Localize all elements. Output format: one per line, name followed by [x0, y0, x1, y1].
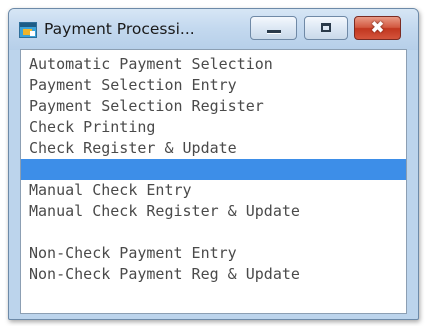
title-bar[interactable]: Payment Processi... ✖: [9, 9, 418, 50]
menu-item-non-check-payment-reg-update[interactable]: Non-Check Payment Reg & Update: [21, 264, 406, 285]
menu-item-check-register-update[interactable]: Check Register & Update: [21, 138, 406, 159]
app-icon[interactable]: [19, 22, 37, 38]
menu-item-payment-selection-entry[interactable]: Payment Selection Entry: [21, 75, 406, 96]
menu-item-automatic-payment-selection[interactable]: Automatic Payment Selection: [21, 54, 406, 75]
maximize-button[interactable]: [304, 16, 348, 40]
menu-item-payment-selection-register[interactable]: Payment Selection Register: [21, 96, 406, 117]
window-title: Payment Processi...: [44, 20, 195, 38]
close-button[interactable]: ✖: [354, 16, 401, 40]
menu-item-manual-check-register-update[interactable]: Manual Check Register & Update: [21, 201, 406, 222]
minimize-icon: [267, 30, 281, 34]
menu-item-manual-check-entry[interactable]: Manual Check Entry: [21, 180, 406, 201]
menu-item-non-check-payment-entry[interactable]: Non-Check Payment Entry: [21, 243, 406, 264]
menu-item-selected-blank[interactable]: [21, 159, 406, 180]
payment-processing-window: Payment Processi... ✖ Automatic Payment …: [8, 8, 419, 320]
minimize-button[interactable]: [250, 16, 297, 40]
maximize-icon: [321, 23, 331, 32]
menu-item-blank[interactable]: [21, 222, 406, 243]
menu-item-check-printing[interactable]: Check Printing: [21, 117, 406, 138]
menu-list[interactable]: Automatic Payment Selection Payment Sele…: [20, 49, 407, 314]
close-icon: ✖: [370, 18, 385, 38]
